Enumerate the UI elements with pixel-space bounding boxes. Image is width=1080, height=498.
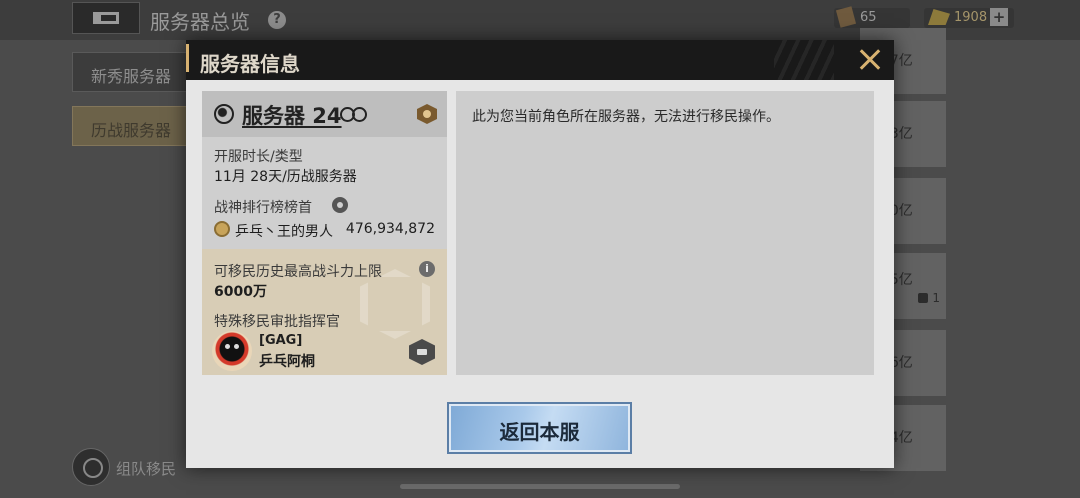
globe-icon: [214, 104, 234, 124]
player-count-value: 1: [932, 291, 940, 305]
server-info-card: 服务器 24 开服时长/类型 11月 28天/历战服务器 战神排行榜榜首 乒乓丶…: [202, 91, 447, 375]
player-count: 1: [918, 291, 940, 305]
migration-cap-label: 可移民历史最高战斗力上限: [214, 264, 382, 280]
help-icon[interactable]: ?: [268, 11, 286, 29]
team-migrate-icon[interactable]: [72, 448, 110, 486]
ticket-count: 65: [860, 10, 877, 25]
migration-cap-value: 6000万: [214, 284, 267, 300]
server-name[interactable]: 服务器 24: [242, 100, 342, 130]
back-arrow-icon: [93, 12, 119, 24]
server-rank-badge-icon: [417, 104, 437, 124]
server-info-dialog: 服务器信息 服务器 24 开服时长/类型 11月 28天/历战服务器 战神排行榜…: [186, 40, 894, 468]
migration-message: 此为您当前角色所在服务器，无法进行移民操作。: [472, 109, 780, 125]
team-migrate-label[interactable]: 组队移民: [116, 458, 176, 479]
gold-count: 1908: [954, 10, 988, 25]
medal-icon: [214, 221, 230, 237]
binoculars-icon[interactable]: [340, 107, 367, 122]
leaderboard-label: 战神排行榜榜首: [214, 200, 312, 216]
add-gold-button[interactable]: +: [990, 8, 1008, 26]
horizontal-scrollbar[interactable]: [400, 484, 680, 489]
close-icon[interactable]: [856, 46, 884, 74]
person-icon: [918, 293, 929, 303]
commander-label: 特殊移民审批指挥官: [214, 314, 340, 330]
tab-veteran-servers[interactable]: 历战服务器: [72, 106, 192, 146]
dialog-title: 服务器信息: [200, 52, 300, 76]
page-title: 服务器总览: [150, 10, 250, 34]
eye-icon[interactable]: [332, 197, 348, 213]
server-header: 服务器 24: [202, 91, 447, 137]
top-player-name: 乒乓丶王的男人: [235, 224, 333, 240]
header-accent-bar: [186, 44, 189, 72]
commander-alliance-tag: [GAG]: [259, 333, 303, 348]
commander-name: 乒乓阿桐: [259, 354, 315, 370]
back-button[interactable]: [72, 2, 140, 34]
top-player-power: 476,934,872: [345, 221, 435, 237]
open-duration-value: 11月 28天/历战服务器: [214, 169, 357, 185]
return-button-label: 返回本服: [499, 420, 580, 444]
info-icon[interactable]: i: [419, 261, 435, 277]
dialog-header: 服务器信息: [186, 40, 894, 80]
chat-icon[interactable]: [409, 339, 435, 365]
return-home-server-button[interactable]: 返回本服: [447, 402, 632, 454]
migration-box: 可移民历史最高战斗力上限 i 6000万 特殊移民审批指挥官 [GAG] 乒乓阿…: [202, 249, 447, 375]
tab-rookie-servers[interactable]: 新秀服务器: [72, 52, 192, 92]
commander-avatar[interactable]: [212, 331, 252, 371]
open-duration-label: 开服时长/类型: [214, 149, 303, 165]
message-panel: 此为您当前角色所在服务器，无法进行移民操作。: [456, 91, 874, 375]
header-stripes: [774, 40, 834, 80]
